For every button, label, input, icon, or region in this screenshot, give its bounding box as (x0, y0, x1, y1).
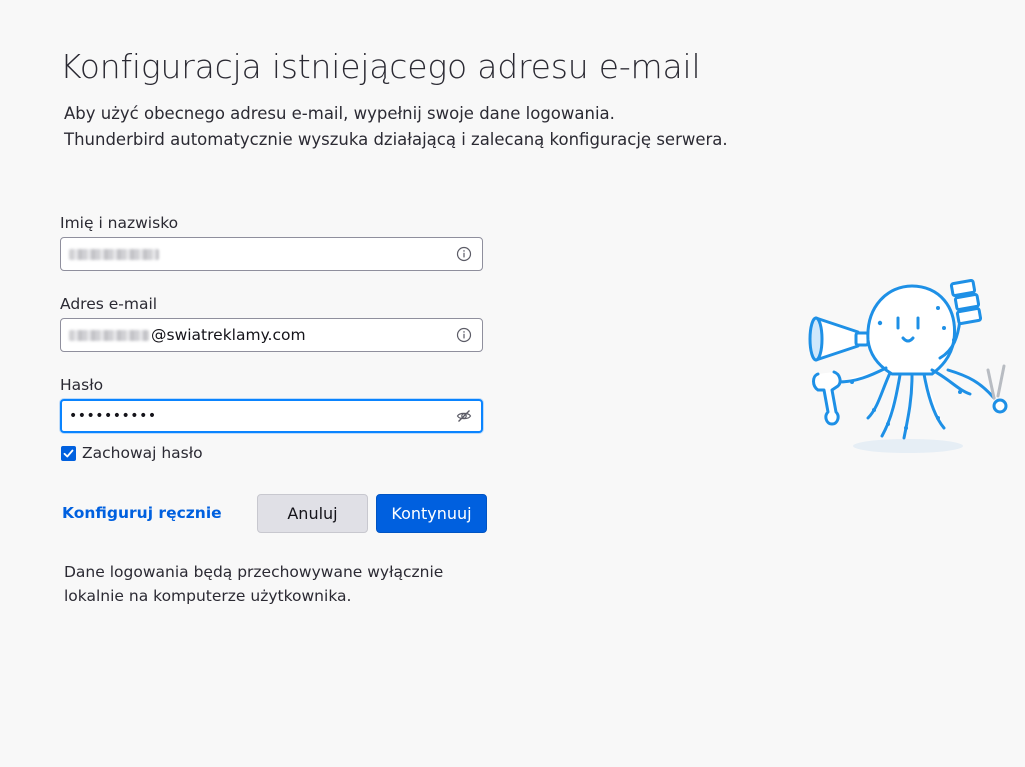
configure-manually-link[interactable]: Konfiguruj ręcznie (62, 504, 222, 522)
page-title: Konfiguracja istniejącego adresu e-mail (60, 47, 701, 86)
password-value: •••••••••• (69, 408, 157, 424)
name-value (69, 238, 159, 270)
octopus-mascot-illustration (808, 278, 1008, 453)
info-icon[interactable] (456, 327, 472, 343)
cancel-button[interactable]: Anuluj (257, 494, 368, 533)
name-label: Imię i nazwisko (60, 214, 179, 232)
redacted-email-user (69, 329, 149, 341)
email-label: Adres e-mail (60, 295, 158, 313)
email-value: @swiatreklamy.com (69, 319, 306, 351)
remember-password-checkbox[interactable] (61, 445, 76, 461)
intro-line-2: Thunderbird automatycznie wyszuka działa… (64, 130, 728, 149)
password-input[interactable]: •••••••••• (60, 399, 483, 433)
password-label: Hasło (60, 376, 104, 394)
name-input[interactable] (60, 237, 483, 271)
privacy-note-line-1: Dane logowania będą przechowywane wyłącz… (64, 563, 444, 581)
email-input[interactable]: @swiatreklamy.com (60, 318, 483, 352)
intro-line-1: Aby użyć obecnego adresu e-mail, wypełni… (64, 104, 615, 123)
continue-button[interactable]: Kontynuuj (376, 494, 487, 533)
account-setup-page: Konfiguracja istniejącego adresu e-mail … (0, 0, 1025, 767)
privacy-note: Dane logowania będą przechowywane wyłącz… (64, 560, 443, 608)
remember-password-label[interactable]: Zachowaj hasło (82, 444, 203, 462)
intro-text: Aby użyć obecnego adresu e-mail, wypełni… (64, 101, 728, 153)
checkmark-icon (63, 449, 74, 457)
redacted-name (69, 248, 159, 260)
remember-password-row[interactable]: Zachowaj hasło (61, 444, 203, 462)
email-domain: @swiatreklamy.com (151, 326, 306, 344)
eye-slash-icon[interactable] (456, 408, 472, 424)
privacy-note-line-2: lokalnie na komputerze użytkownika. (64, 587, 352, 605)
info-icon[interactable] (456, 246, 472, 262)
